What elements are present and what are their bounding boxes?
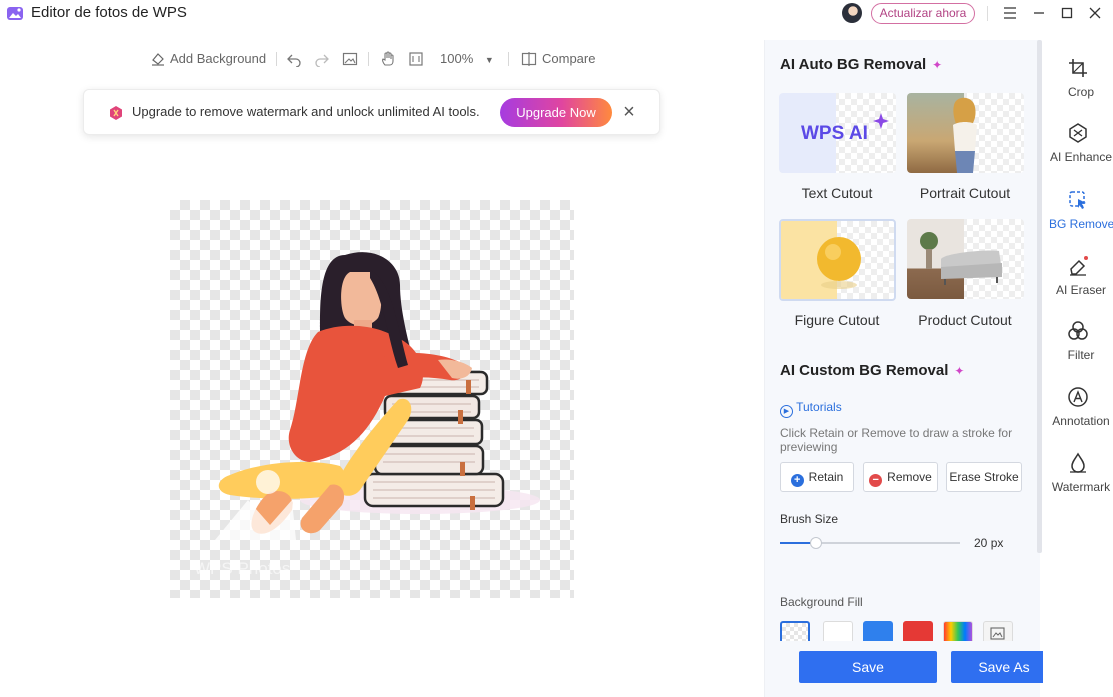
add-background-button[interactable]: Add Background [150, 47, 266, 71]
play-icon: ▶ [780, 405, 793, 418]
save-button[interactable]: Save [799, 651, 937, 683]
watermark-icon [1070, 452, 1086, 473]
rail-item-bg-remover[interactable]: BG Remover [1043, 189, 1113, 231]
upgrade-banner: Upgrade to remove watermark and unlock u… [83, 89, 660, 135]
portrait-cutout-card[interactable] [907, 93, 1024, 173]
close-icon[interactable]: × [619, 102, 639, 122]
remove-button[interactable]: − Remove [863, 462, 938, 492]
retain-button[interactable]: + Retain [780, 462, 854, 492]
brush-size-slider[interactable] [780, 537, 960, 549]
bg-remover-icon [1069, 191, 1086, 209]
undo-icon[interactable] [286, 51, 302, 67]
add-image-icon [990, 627, 1005, 640]
figure-cutout-card[interactable] [779, 219, 896, 301]
app-logo-icon [7, 7, 23, 20]
close-icon[interactable] [1084, 3, 1106, 23]
redo-icon[interactable] [314, 51, 330, 67]
compare-icon [521, 52, 537, 66]
rail-label-ai-enhance: AI Enhance [1049, 150, 1113, 164]
text-cutout-label: Text Cutout [801, 185, 873, 201]
erase-stroke-button[interactable]: Erase Stroke [946, 462, 1022, 492]
swatch-white[interactable] [823, 621, 853, 641]
image-icon[interactable] [342, 51, 358, 67]
bg-removal-panel: AI Auto BG Removal ✦ WPS AI Text Cutout P… [764, 40, 1087, 697]
title-bar: Editor de fotos de WPS Actualizar ahora [0, 0, 1113, 28]
zoom-level: 100% [440, 51, 474, 66]
watermark-text: WPS Photos [194, 559, 290, 578]
rail-item-filter[interactable]: Filter [1043, 320, 1113, 362]
rail-label-watermark: Watermark [1051, 480, 1111, 494]
custom-bg-removal-title: AI Custom BG Removal ✦ [780, 362, 965, 379]
tool-rail: Crop AI Enhance BG Remover AI Eraser Fil… [1043, 40, 1113, 697]
tutorials-link[interactable]: ▶ Tutorials [780, 400, 842, 418]
ai-enhance-icon [1069, 123, 1087, 143]
maximize-icon[interactable] [1056, 3, 1078, 23]
sparkle-icon: ✦ [954, 364, 965, 378]
figure-cutout-label: Figure Cutout [794, 312, 880, 328]
annotation-icon [1068, 387, 1088, 407]
add-background-icon [152, 53, 164, 66]
product-cutout-label: Product Cutout [918, 312, 1012, 328]
upgrade-now-button[interactable]: Upgrade Now [500, 98, 612, 127]
rail-item-annotation[interactable]: Annotation [1043, 386, 1113, 428]
woman-with-books-illustration: WPS Photos [194, 252, 540, 578]
compare-button[interactable]: Compare [521, 47, 595, 71]
rail-label-crop: Crop [1067, 85, 1094, 99]
hand-pan-icon[interactable] [380, 51, 396, 67]
sofa-preview [920, 232, 1002, 285]
add-background-label: Add Background [170, 51, 267, 66]
slider-handle[interactable] [810, 537, 822, 549]
figure-preview [817, 237, 861, 289]
rail-label-filter: Filter [1067, 348, 1095, 362]
minimize-icon[interactable] [1028, 3, 1050, 23]
toolbar-divider [276, 52, 277, 66]
brush-size-value: 20 px [974, 536, 1004, 550]
swatch-red[interactable] [903, 621, 933, 641]
crop-icon [1069, 59, 1087, 77]
toolbar-divider [508, 52, 509, 66]
swatch-image[interactable] [983, 621, 1013, 641]
rail-item-crop[interactable]: Crop [1043, 57, 1113, 99]
background-fill-label: Background Fill [780, 595, 863, 609]
rail-label-annotation: Annotation [1052, 414, 1110, 428]
eraser-icon [1070, 256, 1088, 276]
custom-removal-hint: Click Retain or Remove to draw a stroke … [780, 426, 1013, 454]
rail-label-ai-eraser: AI Eraser [1055, 283, 1106, 297]
zoom-dropdown[interactable]: 100% ▼ [440, 47, 494, 71]
chevron-down-icon: ▼ [484, 55, 494, 65]
upgrade-message: Upgrade to remove watermark and unlock u… [132, 104, 480, 119]
compare-label: Compare [542, 51, 596, 66]
panel-scrollbar[interactable] [1037, 40, 1042, 553]
swatch-transparent[interactable] [780, 621, 810, 641]
update-now-button[interactable]: Actualizar ahora [871, 3, 975, 24]
brush-size-label: Brush Size [780, 512, 839, 526]
save-as-button[interactable]: Save As [951, 651, 1057, 683]
rail-item-ai-enhance[interactable]: AI Enhance [1043, 122, 1113, 164]
swatch-rainbow[interactable] [943, 621, 973, 641]
portrait-cutout-label: Portrait Cutout [919, 185, 1011, 201]
text-cutout-card[interactable]: WPS AI [779, 93, 896, 173]
premium-badge-icon [110, 106, 122, 120]
minus-icon: − [869, 474, 883, 487]
rail-item-ai-eraser[interactable]: AI Eraser [1043, 255, 1113, 297]
product-cutout-card[interactable] [907, 219, 1024, 299]
filter-icon [1068, 321, 1088, 340]
toolbar-divider [368, 52, 369, 66]
app-title: Editor de fotos de WPS [31, 4, 187, 21]
swatch-blue[interactable] [863, 621, 893, 641]
hamburger-icon[interactable] [999, 3, 1021, 23]
plus-icon: + [790, 474, 804, 487]
rail-label-bg-remover: BG Remover [1049, 217, 1113, 231]
avatar[interactable] [842, 3, 862, 23]
title-divider [987, 6, 988, 21]
fit-screen-icon[interactable] [408, 51, 424, 67]
image-canvas[interactable]: WPS Photos [170, 200, 574, 598]
svg-text:WPS AI: WPS AI [801, 123, 868, 144]
portrait-preview [953, 97, 977, 173]
rail-item-watermark[interactable]: Watermark [1043, 452, 1113, 494]
auto-bg-removal-title: AI Auto BG Removal ✦ [780, 56, 943, 73]
wps-ai-preview: WPS AI [801, 113, 889, 144]
sparkle-icon: ✦ [932, 58, 943, 72]
